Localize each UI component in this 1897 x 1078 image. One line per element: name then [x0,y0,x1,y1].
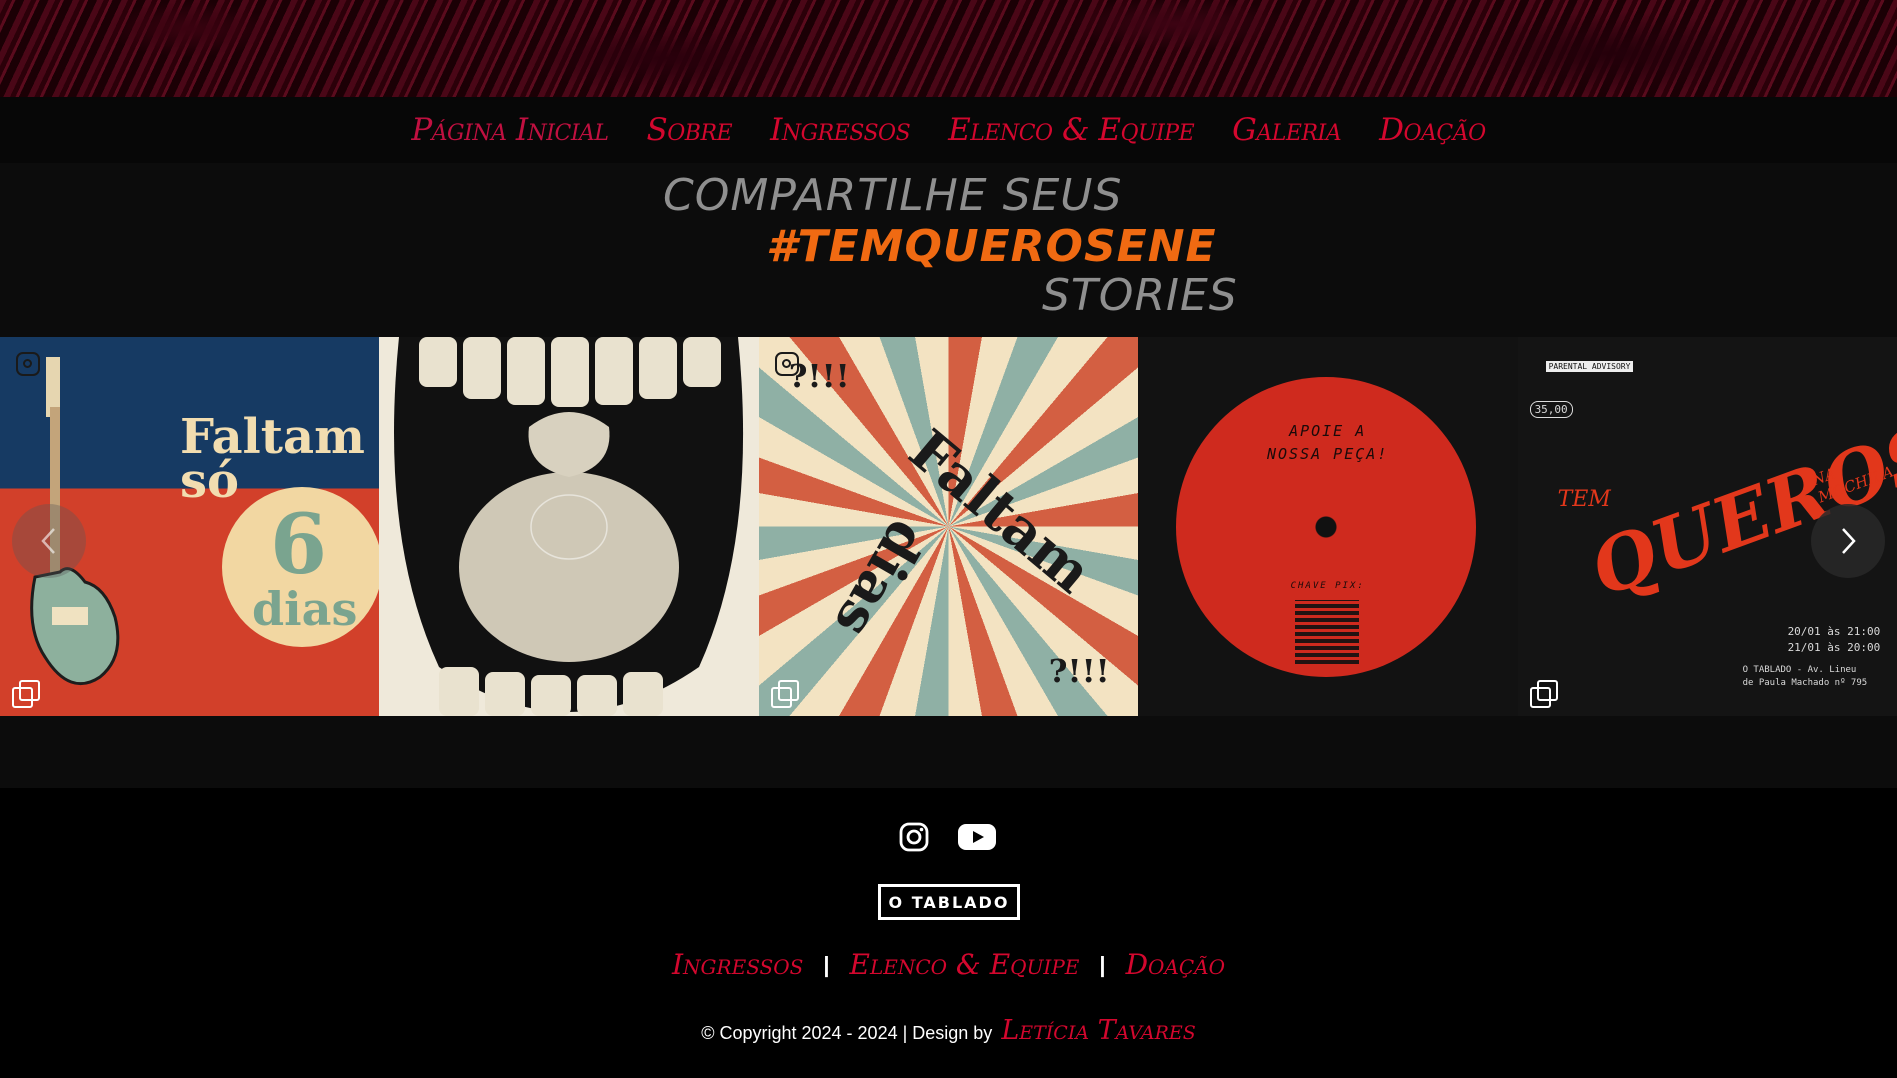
qr-code [1295,600,1360,664]
post-5-date-1: 20/01 às 21:00 [1787,625,1881,638]
post-3-word-a: Faltam [896,417,1104,607]
instagram-post-2[interactable] [379,337,759,716]
footer-nav: Ingressos | Elenco & Equipe | Doação [0,948,1897,981]
post-5-venue-2: de Paula Machado nº 795 [1742,678,1868,688]
instagram-icon [774,352,799,376]
youtube-link[interactable] [958,822,996,852]
footer-separator: | [1099,951,1106,977]
carousel-icon [12,680,40,708]
open-mouth-illustration [379,337,759,716]
chevron-left-icon [41,528,55,554]
instagram-post-3[interactable]: ?!!! Faltam dias ?!!! [758,337,1139,716]
nav-item-elenco-equipe[interactable]: Elenco & Equipe [948,112,1194,148]
designer-link[interactable]: Letícia Tavares [1001,1015,1195,1046]
post-4-line-1: APOIE A [1289,422,1367,440]
carousel-prev-button[interactable] [12,504,86,578]
carousel-next-button[interactable] [1811,504,1885,578]
nav-item-doacao[interactable]: Doação [1379,112,1486,148]
carousel-icon [1529,680,1558,708]
post-5-venue-1: O TABLADO - Av. Lineu [1742,665,1857,675]
instagram-icon [16,352,40,376]
price-tag: 35,00 [1529,401,1573,418]
post-3-corner-b: ?!!! [1048,652,1110,690]
post-3-word-b: dias [821,509,940,649]
post-4-key-label: CHAVE PIX: [1290,581,1365,591]
nav-item-pagina-inicial[interactable]: Página Inicial [411,112,609,148]
instagram-icon [899,822,929,852]
main-nav: Página Inicial Sobre Ingressos Elenco & … [0,97,1897,163]
footer-link-ingressos[interactable]: Ingressos [672,948,803,981]
feed-hashtag: #TEMQUEROSENE [766,221,1217,272]
instagram-link[interactable] [899,822,929,852]
nav-item-ingressos[interactable]: Ingressos [770,112,911,148]
youtube-icon [958,824,996,850]
footer-separator: | [823,951,830,977]
carousel-icon [770,680,799,708]
top-banner [0,0,1897,97]
post-4-line-2: NOSSA PEÇA! [1267,445,1389,463]
nav-item-galeria[interactable]: Galeria [1232,112,1341,148]
o-tablado-logo[interactable]: O TABLADO [878,884,1020,920]
post-1-unit: dias [252,582,358,636]
post-5-title-a: TEM [1557,487,1611,512]
feed-heading-line-1: COMPARTILHE SEUS [663,170,1123,221]
instagram-post-4[interactable]: APOIE A NOSSA PEÇA! CHAVE PIX: [1138,337,1518,716]
copyright-text: © Copyright 2024 - 2024 | Design by [701,1023,993,1043]
nav-item-sobre[interactable]: Sobre [647,112,733,148]
footer-link-doacao[interactable]: Doação [1126,948,1225,981]
post-1-number: 6 [270,497,328,593]
feed-heading-line-3: STORIES [1042,270,1238,321]
footer-link-elenco-equipe[interactable]: Elenco & Equipe [850,948,1080,981]
post-5-date-2: 21/01 às 20:00 [1787,641,1881,654]
post-1-text: Faltam só [180,413,365,505]
copyright: © Copyright 2024 - 2024 | Design by Letí… [0,1015,1897,1046]
instagram-gallery: Faltam só 6 dias ?!!! Faltam dias ?!!! A… [0,337,1897,716]
chevron-right-icon [1842,528,1856,554]
parental-advisory-label: PARENTAL ADVISORY [1545,361,1634,372]
